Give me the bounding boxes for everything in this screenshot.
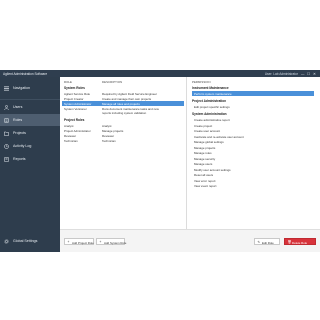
permission-label: Manage security bbox=[194, 156, 216, 161]
role-name: Technician bbox=[64, 139, 78, 143]
permission-label: Perform system maintenance bbox=[194, 92, 232, 96]
title-bar: Agilent Administration Software User: La… bbox=[0, 70, 320, 77]
button-label: Delete Role bbox=[292, 240, 308, 245]
permission-label: Manage roles bbox=[194, 151, 212, 155]
permission-item[interactable]: Reset all users bbox=[192, 172, 314, 177]
plus-icon: + bbox=[67, 240, 70, 245]
window-title: Agilent Administration Software bbox=[3, 71, 48, 76]
sidebar-item-label: Projects bbox=[13, 131, 26, 135]
edit-role-button[interactable]: ✎ Edit Role bbox=[254, 238, 280, 245]
sidebar-item-label: Activity Log bbox=[13, 144, 32, 148]
permission-column-header[interactable]: PERMISSION bbox=[192, 80, 211, 84]
permission-item[interactable]: Manage security bbox=[192, 156, 314, 161]
button-label: Add System Role bbox=[104, 240, 127, 245]
permission-item-selected[interactable]: Perform system maintenance bbox=[192, 91, 314, 96]
hamburger-icon bbox=[4, 86, 9, 90]
sidebar: Navigation Users Roles Projects Activity… bbox=[0, 77, 60, 252]
add-system-role-button[interactable]: + Add System Role bbox=[96, 238, 127, 245]
add-project-role-button[interactable]: + Add Project Role bbox=[64, 238, 94, 245]
folder-icon bbox=[4, 131, 9, 136]
project-roles-title: Project Roles bbox=[64, 118, 85, 122]
maximize-icon[interactable]: ☐ bbox=[307, 72, 310, 76]
role-column-header[interactable]: ROLE bbox=[64, 80, 72, 84]
permission-item[interactable]: Create administrative report bbox=[192, 117, 314, 122]
permissions-pane: PERMISSION Instrument Maintenance Perfor… bbox=[190, 77, 318, 229]
sidebar-item-roles[interactable]: Roles bbox=[0, 114, 60, 126]
roles-icon bbox=[4, 117, 9, 123]
permission-item[interactable]: Inactivate and re-activate user account bbox=[192, 134, 314, 139]
user-icon bbox=[4, 104, 9, 110]
sidebar-item-activity-log[interactable]: Activity Log bbox=[0, 140, 60, 152]
permission-group-title: Instrument Maintenance bbox=[192, 86, 229, 90]
user-status: User: Lab Administrator bbox=[264, 71, 298, 76]
gear-icon bbox=[4, 238, 9, 244]
action-bar: + Add Project Role + Add System Role ✎ E… bbox=[60, 229, 320, 252]
permission-label: Edit project specific settings bbox=[194, 105, 230, 109]
sidebar-item-global-settings[interactable]: Global Settings bbox=[0, 235, 60, 247]
permission-label: Manage projects bbox=[194, 145, 216, 150]
close-icon[interactable]: ✕ bbox=[313, 72, 316, 76]
sidebar-item-label: Users bbox=[13, 105, 23, 109]
permission-group-title: Project Administration bbox=[192, 99, 227, 103]
pencil-icon: ✎ bbox=[257, 240, 261, 245]
permission-label: Create user account bbox=[194, 129, 221, 133]
sidebar-item-users[interactable]: Users bbox=[0, 101, 60, 113]
permission-label: Modify user account settings bbox=[194, 167, 231, 172]
role-row[interactable]: Technician Technician bbox=[62, 138, 184, 143]
description-column-header[interactable]: DESCRIPTION bbox=[102, 80, 122, 84]
system-roles-title: System Roles bbox=[64, 86, 85, 90]
permission-item[interactable]: Create project bbox=[192, 123, 314, 128]
role-description: Technician bbox=[102, 139, 116, 143]
sidebar-item-reports[interactable]: Reports bbox=[0, 153, 60, 165]
navigation-toggle[interactable]: Navigation bbox=[0, 82, 60, 94]
permission-label: Reset all users bbox=[194, 173, 214, 177]
permission-item[interactable]: Manage projects bbox=[192, 145, 314, 150]
permission-label: Create project bbox=[194, 123, 213, 128]
permission-label: Create administrative report bbox=[194, 118, 230, 122]
permission-label: View event report bbox=[194, 184, 217, 188]
navigation-label: Navigation bbox=[13, 86, 30, 90]
permission-item[interactable]: Edit project specific settings bbox=[192, 104, 314, 109]
permission-group-title: System Administration bbox=[192, 112, 227, 116]
permission-item[interactable]: Modify user account settings bbox=[192, 167, 314, 172]
clock-icon bbox=[4, 143, 9, 149]
permission-item[interactable]: View error report bbox=[192, 178, 314, 183]
permission-item[interactable]: Manage global settings bbox=[192, 139, 314, 144]
plus-icon: + bbox=[99, 240, 102, 245]
minimize-icon[interactable]: — bbox=[301, 72, 304, 76]
sidebar-item-label: Roles bbox=[13, 118, 23, 122]
permission-item[interactable]: Manage users bbox=[192, 161, 314, 166]
delete-role-button[interactable]: 🗑 Delete Role bbox=[284, 238, 316, 245]
sidebar-item-projects[interactable]: Projects bbox=[0, 127, 60, 139]
permission-item[interactable]: View event report bbox=[192, 183, 314, 188]
roles-pane: ROLE DESCRIPTION System Roles Agilent Se… bbox=[60, 77, 186, 229]
report-icon bbox=[4, 156, 9, 162]
role-row-continued: reports including system validation bbox=[62, 110, 184, 115]
sidebar-divider bbox=[0, 99, 60, 100]
permission-item[interactable]: Create user account bbox=[192, 128, 314, 133]
button-label: Edit Role bbox=[262, 240, 274, 245]
trash-icon: 🗑 bbox=[287, 240, 292, 245]
button-label: Add Project Role bbox=[72, 240, 94, 245]
permission-label: Inactivate and re-activate user account bbox=[194, 134, 244, 139]
permission-label: Manage users bbox=[194, 162, 213, 166]
sidebar-item-label: Reports bbox=[13, 157, 26, 161]
sidebar-item-label: Global Settings bbox=[13, 239, 38, 243]
permission-label: View error report bbox=[194, 178, 216, 183]
permission-label: Manage global settings bbox=[194, 140, 224, 144]
role-description: reports including system validation bbox=[102, 111, 147, 115]
pane-divider[interactable] bbox=[186, 77, 187, 229]
main-content: ROLE DESCRIPTION System Roles Agilent Se… bbox=[60, 77, 320, 252]
app-window: Agilent Administration Software User: La… bbox=[0, 70, 320, 252]
permission-item[interactable]: Manage roles bbox=[192, 150, 314, 155]
